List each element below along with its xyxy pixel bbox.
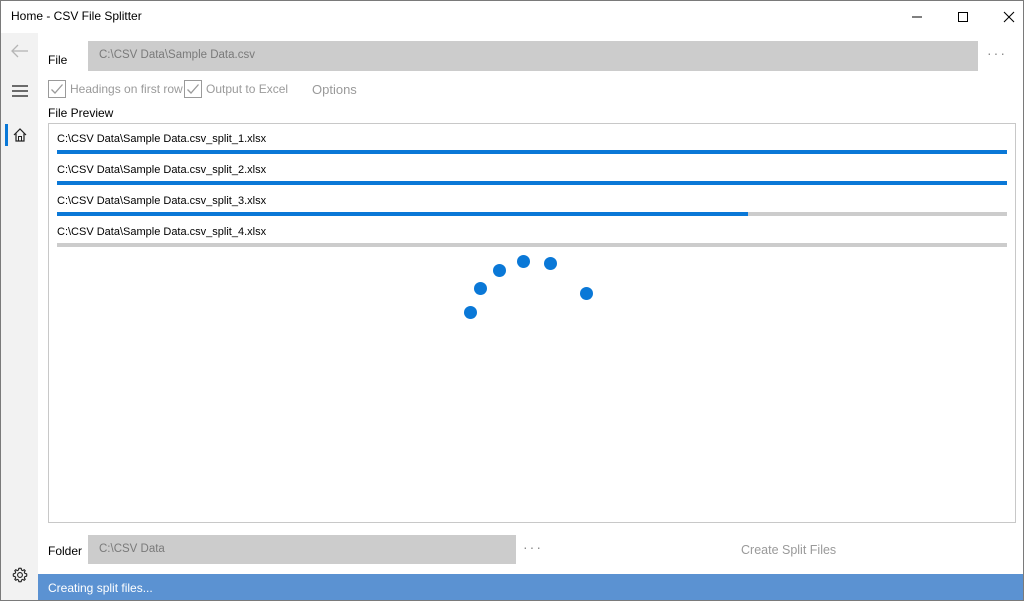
spinner-dot [474, 282, 487, 295]
list-item: C:\CSV Data\Sample Data.csv_split_4.xlsx [57, 226, 1007, 256]
progress-fill [57, 181, 1007, 185]
checkbox-box[interactable] [184, 80, 202, 98]
file-path-field[interactable]: C:\CSV Data\Sample Data.csv [88, 41, 978, 71]
maximize-icon [958, 12, 968, 22]
back-button[interactable] [1, 33, 38, 69]
minimize-button[interactable] [894, 1, 940, 33]
spinner-dot [580, 287, 593, 300]
excel-checkbox-label: Output to Excel [206, 82, 289, 96]
checkbox-box[interactable] [48, 80, 66, 98]
progress-bar [57, 243, 1007, 247]
split-file-name: C:\CSV Data\Sample Data.csv_split_3.xlsx [57, 195, 267, 207]
window-title: Home - CSV File Splitter [11, 9, 142, 23]
file-label: File [48, 53, 68, 67]
progress-bar [57, 181, 1007, 185]
nav-rail [1, 33, 38, 600]
checkmark-icon [51, 84, 63, 94]
create-split-files-button[interactable]: Create Split Files [741, 543, 836, 557]
headings-checkbox-label: Headings on first row [70, 82, 183, 96]
headings-checkbox[interactable]: Headings on first row [48, 80, 183, 98]
excel-checkbox[interactable]: Output to Excel [184, 80, 288, 98]
list-item: C:\CSV Data\Sample Data.csv_split_2.xlsx [57, 164, 1007, 194]
close-button[interactable] [986, 1, 1024, 33]
folder-path-field[interactable]: C:\CSV Data [88, 535, 516, 564]
spinner-dot [464, 306, 477, 319]
checkmark-icon [187, 84, 199, 94]
home-icon [13, 128, 26, 142]
spinner-dot [544, 257, 557, 270]
progress-bar [57, 150, 1007, 154]
folder-label: Folder [48, 544, 83, 558]
spinner-dot [517, 255, 530, 268]
menu-button[interactable] [1, 73, 38, 109]
close-icon [1003, 11, 1015, 23]
file-preview-label: File Preview [48, 106, 114, 120]
status-text: Creating split files... [48, 581, 153, 595]
list-item: C:\CSV Data\Sample Data.csv_split_3.xlsx [57, 195, 1007, 225]
spinner-dot [493, 264, 506, 277]
split-file-name: C:\CSV Data\Sample Data.csv_split_1.xlsx [57, 133, 267, 145]
browse-folder-button[interactable]: ··· [523, 539, 543, 555]
progress-bar [57, 212, 1007, 216]
browse-file-button[interactable]: ··· [987, 45, 1007, 61]
file-preview-list: C:\CSV Data\Sample Data.csv_split_1.xlsx… [48, 123, 1016, 523]
status-bar: Creating split files... [38, 574, 1023, 600]
title-bar: Home - CSV File Splitter [1, 1, 1023, 33]
settings-button[interactable] [1, 557, 38, 593]
progress-fill [57, 212, 748, 216]
maximize-button[interactable] [940, 1, 986, 33]
gear-icon [12, 567, 27, 583]
split-file-name: C:\CSV Data\Sample Data.csv_split_2.xlsx [57, 164, 267, 176]
split-file-name: C:\CSV Data\Sample Data.csv_split_4.xlsx [57, 226, 267, 238]
nav-item-home[interactable] [1, 117, 38, 153]
progress-fill [57, 150, 1007, 154]
hamburger-icon [11, 85, 28, 97]
list-item: C:\CSV Data\Sample Data.csv_split_1.xlsx [57, 133, 1007, 163]
back-arrow-icon [10, 44, 28, 58]
options-button[interactable]: Options [312, 82, 357, 97]
minimize-icon [912, 16, 922, 18]
